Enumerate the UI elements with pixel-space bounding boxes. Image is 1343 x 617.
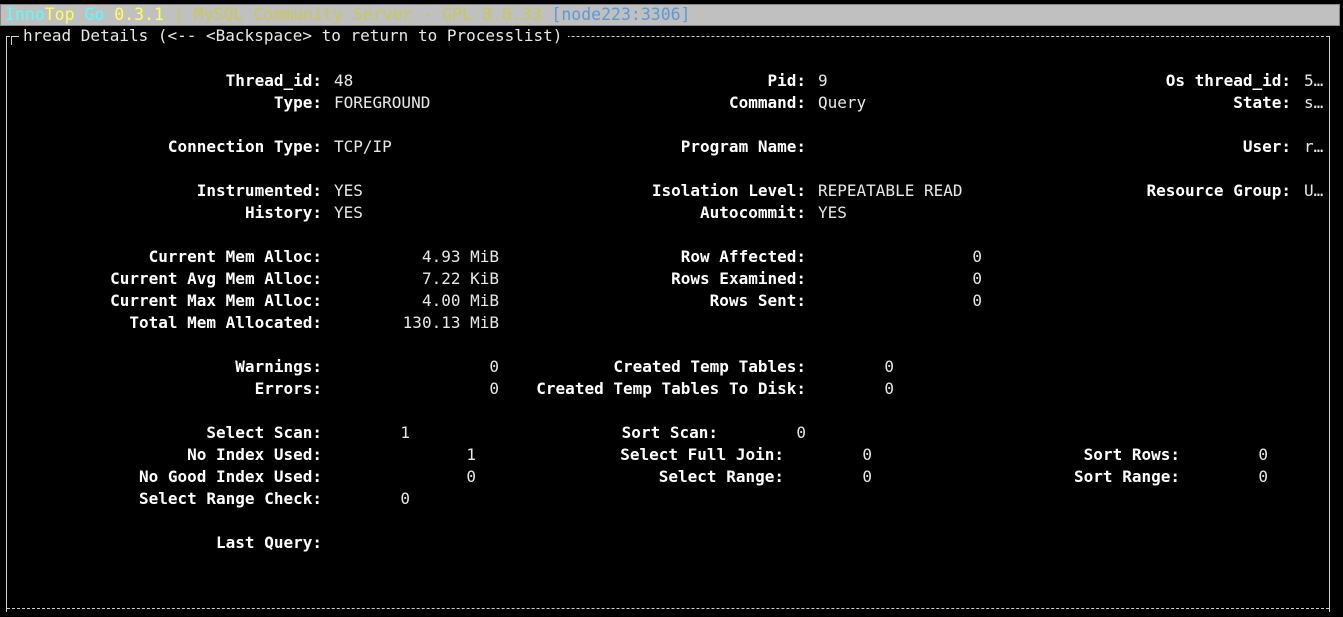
current-avg-mem-alloc-label: Current Avg Mem Alloc:: [110, 269, 322, 288]
select-scan-label: Select Scan:: [206, 423, 322, 442]
history-value: YES: [334, 203, 363, 222]
errors-value: 0: [489, 379, 499, 398]
sort-range-value: 0: [1258, 467, 1268, 486]
created-temp-tables-disk-label: Created Temp Tables To Disk:: [536, 379, 806, 398]
app-version: 0.3.1: [104, 5, 164, 24]
sort-rows-label: Sort Rows:: [1083, 445, 1180, 464]
warnings-label: Warnings:: [235, 357, 322, 376]
select-full-join-value: 0: [862, 445, 872, 464]
total-mem-allocated-value: 130.13 MiB: [402, 313, 499, 332]
app-name-go: Go: [74, 5, 105, 24]
sort-range-label: Sort Range:: [1074, 467, 1180, 486]
user-value: r…: [1304, 137, 1324, 156]
sort-rows-value: 0: [1258, 445, 1268, 464]
isolation-level-label: Isolation Level:: [651, 181, 806, 200]
created-temp-tables-disk-value: 0: [884, 379, 894, 398]
connection-type-label: Connection Type:: [167, 137, 322, 156]
select-full-join-label: Select Full Join:: [620, 445, 784, 464]
row-affected-label: Row Affected:: [680, 247, 806, 266]
instrumented-label: Instrumented:: [196, 181, 322, 200]
history-label: History:: [244, 203, 322, 222]
resource-group-label: Resource Group:: [1146, 181, 1292, 200]
autocommit-label: Autocommit:: [700, 203, 806, 222]
command-label: Command:: [728, 93, 806, 112]
rows-sent-value: 0: [972, 291, 982, 310]
rows-sent-label: Rows Sent:: [709, 291, 806, 310]
resource-group-value: U…: [1304, 181, 1324, 200]
current-max-mem-alloc-value: 4.00 MiB: [421, 291, 499, 310]
no-good-index-used-label: No Good Index Used:: [138, 467, 322, 486]
sort-scan-value: 0: [796, 423, 806, 442]
panel-bottom-border: [7, 608, 1329, 609]
rows-examined-value: 0: [972, 269, 982, 288]
server-version: MySQL Community Server - GPL 8.0.33: [193, 5, 542, 24]
no-index-used-label: No Index Used:: [187, 445, 322, 464]
pid-value: 9: [818, 71, 828, 90]
user-label: User:: [1242, 137, 1291, 156]
current-avg-mem-alloc-value: 7.22 KiB: [421, 269, 499, 288]
no-good-index-used-value: 0: [466, 467, 476, 486]
app-name-top: Top: [44, 5, 75, 24]
total-mem-allocated-label: Total Mem Allocated:: [129, 313, 322, 332]
select-scan-value: 1: [400, 423, 410, 442]
program-name-label: Program Name:: [680, 137, 806, 156]
current-mem-alloc-label: Current Mem Alloc:: [148, 247, 322, 266]
autocommit-value: YES: [818, 203, 847, 222]
os-thread-id-label: Os thread_id:: [1165, 71, 1291, 90]
isolation-level-value: REPEATABLE READ: [818, 181, 963, 200]
title-separator: |: [163, 5, 194, 24]
select-range-check-label: Select Range Check:: [138, 489, 322, 508]
state-value: s…: [1304, 93, 1324, 112]
select-range-label: Select Range:: [658, 467, 784, 486]
app-name-inno: Inno: [5, 5, 45, 24]
pid-label: Pid:: [767, 71, 806, 90]
last-query-label: Last Query:: [216, 533, 322, 552]
panel-title: hread Details (<-- <Backspace> to return…: [11, 26, 569, 46]
current-mem-alloc-value: 4.93 MiB: [421, 247, 499, 266]
thread-id-label: Thread_id:: [225, 71, 322, 90]
created-temp-tables-label: Created Temp Tables:: [613, 357, 806, 376]
state-label: State:: [1233, 93, 1291, 112]
command-value: Query: [818, 93, 867, 112]
current-max-mem-alloc-label: Current Max Mem Alloc:: [110, 291, 322, 310]
select-range-value: 0: [862, 467, 872, 486]
instrumented-value: YES: [334, 181, 363, 200]
server-node: [node223:3306]: [541, 5, 691, 24]
warnings-value: 0: [489, 357, 499, 376]
select-range-check-value: 0: [400, 489, 410, 508]
errors-label: Errors:: [254, 379, 322, 398]
no-index-used-value: 1: [466, 445, 476, 464]
rows-examined-label: Rows Examined:: [671, 269, 806, 288]
created-temp-tables-value: 0: [884, 357, 894, 376]
type-value: FOREGROUND: [334, 93, 431, 112]
type-label: Type:: [273, 93, 322, 112]
os-thread-id-value: 5…: [1304, 71, 1324, 90]
sort-scan-label: Sort Scan:: [621, 423, 718, 442]
thread-id-value: 48: [334, 71, 354, 90]
connection-type-value: TCP/IP: [334, 137, 392, 156]
app-title-bar: InnoTop Go 0.3.1 | MySQL Community Serve…: [0, 4, 1340, 26]
row-affected-value: 0: [972, 247, 982, 266]
